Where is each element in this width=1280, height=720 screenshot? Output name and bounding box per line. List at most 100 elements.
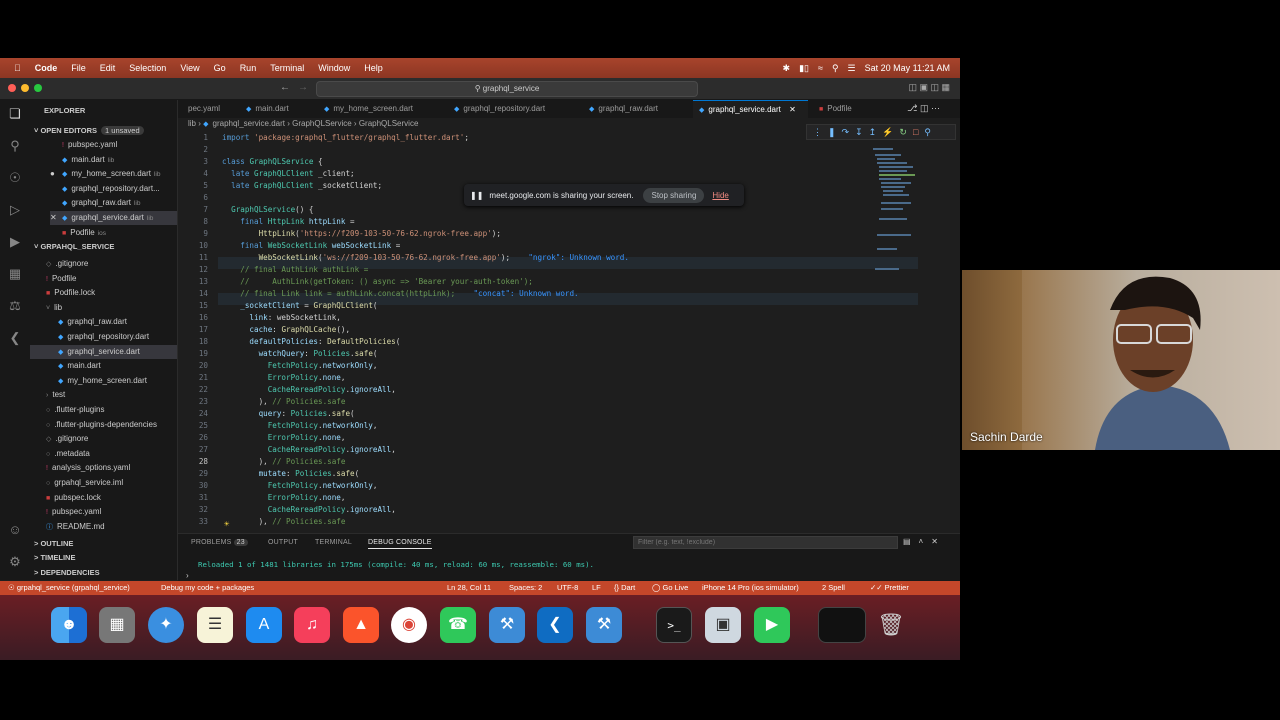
menu-code[interactable]: Code <box>35 63 58 73</box>
minimap[interactable] <box>873 148 943 298</box>
layout-icons[interactable]: ◫ ▣ ◫ ▦ <box>908 82 950 93</box>
code-line[interactable]: ), // Policies.safe <box>222 456 346 468</box>
code-line[interactable]: CacheRereadPolicy.ignoreAll, <box>222 444 396 456</box>
code-line[interactable]: GraphQLService() { <box>222 204 313 216</box>
code-line[interactable]: // final Link link = authLink.concat(htt… <box>222 288 578 300</box>
music-icon[interactable]: ♫ <box>294 607 330 643</box>
open-editors-header[interactable]: ˅ OPEN EDITORS 1 unsaved <box>34 124 177 138</box>
tree-file[interactable]: ◆ graphql_raw.dart <box>58 315 177 329</box>
apple-icon[interactable]:  <box>14 63 21 73</box>
status-debug[interactable]: Debug my code + packages <box>161 581 254 595</box>
code-line[interactable]: _socketClient = GraphQLClient( <box>222 300 377 312</box>
breadcrumb-item[interactable]: graphql_service.dart <box>213 119 285 128</box>
extensions-icon[interactable]: ▦ <box>7 266 23 282</box>
menu-help[interactable]: Help <box>364 63 383 73</box>
tree-file[interactable]: ○ grpahql_service.iml <box>46 476 177 490</box>
tree-file[interactable]: ◇ .gitignore <box>46 257 177 271</box>
tree-file[interactable]: ○ .metadata <box>46 447 177 461</box>
code-line[interactable]: ErrorPolicy.none, <box>222 372 346 384</box>
tree-file[interactable]: ◆ graphql_repository.dart <box>58 330 177 344</box>
back-arrow-icon[interactable]: ← <box>280 82 290 93</box>
tab-output[interactable]: OUTPUT <box>268 539 298 546</box>
finder-icon[interactable]: ☻ <box>51 607 87 643</box>
tab-graphql-service-dart[interactable]: ◆ graphql_service.dart ✕ <box>693 100 808 118</box>
open-editor-item[interactable]: ◆ graphql_raw.dart lib <box>50 196 177 210</box>
terminal-icon[interactable]: >_ <box>656 607 692 643</box>
tree-folder[interactable]: ˅ lib <box>46 301 177 315</box>
dependencies-header[interactable]: ˃ DEPENDENCIES <box>34 566 177 580</box>
code-line[interactable]: late GraphQLClient _socketClient; <box>222 180 382 192</box>
code-line[interactable]: ), // Policies.safe <box>222 516 346 528</box>
breadcrumb-item[interactable]: lib <box>188 119 196 128</box>
wifi-icon[interactable]: ≈ <box>818 63 823 73</box>
code-line[interactable]: HttpLink('https://f209-103-50-76-62.ngro… <box>222 228 501 240</box>
code-line[interactable]: // AuthLink(getToken: () async => 'Beare… <box>222 276 533 288</box>
tree-file[interactable]: ■ Podfile.lock <box>46 286 177 300</box>
close-tab-icon[interactable]: ✕ <box>787 105 796 114</box>
maximize-window-button[interactable] <box>34 84 42 92</box>
settings-gear-icon[interactable]: ⚙ <box>7 554 23 570</box>
preview-icon[interactable]: ▣ <box>705 607 741 643</box>
safari-icon[interactable]: ✦ <box>148 607 184 643</box>
vscode-icon[interactable]: ❮ <box>537 607 573 643</box>
run-icon[interactable]: ▶ <box>7 234 23 250</box>
code-line[interactable]: WebSocketLink('ws://f209-103-50-76-62.ng… <box>222 252 629 264</box>
tree-file[interactable]: ○ .flutter-plugins-dependencies <box>46 418 177 432</box>
search-icon[interactable]: ⚲ <box>7 138 23 154</box>
open-editor-item[interactable]: ■ Podfile ios <box>50 226 177 240</box>
unsaved-dot-icon[interactable]: ● <box>50 167 62 181</box>
code-line[interactable]: late GraphQLClient _client; <box>222 168 354 180</box>
tree-file[interactable]: ◇ .gitignore <box>46 432 177 446</box>
whatsapp-icon[interactable]: ☎ <box>440 607 476 643</box>
debug-icon[interactable]: ▷ <box>7 202 23 218</box>
status-prettier[interactable]: ✓✓ Prettier <box>870 581 909 595</box>
tab-graphql-repository-dart[interactable]: ◆ graphql_repository.dart <box>448 100 578 118</box>
tab-podfile[interactable]: ■ Podfile <box>813 100 868 118</box>
facetime-icon[interactable]: ▶ <box>754 607 790 643</box>
xcode-icon[interactable]: ⚒ <box>489 607 525 643</box>
tab-terminal[interactable]: TERMINAL <box>315 539 352 546</box>
status-branch[interactable]: ☉ grpahql_service (grpahql_service) <box>8 581 130 595</box>
explorer-icon[interactable]: ❏ <box>7 106 23 122</box>
menu-window[interactable]: Window <box>318 63 350 73</box>
minimized-window-icon[interactable] <box>818 607 866 643</box>
status-position[interactable]: Ln 28, Col 11 <box>447 581 491 595</box>
breadcrumb-item[interactable]: GraphQLService <box>292 119 352 128</box>
status-encoding[interactable]: UTF-8 <box>557 581 578 595</box>
tree-file[interactable]: ◆ graphql_service.dart <box>30 344 177 359</box>
code-line[interactable]: final HttpLink httpLink = <box>222 216 354 228</box>
code-line[interactable]: // final AuthLink authLink = <box>222 264 368 276</box>
menu-run[interactable]: Run <box>240 63 257 73</box>
tab-my-home-screen-dart[interactable]: ◆ my_home_screen.dart <box>318 100 443 118</box>
code-line[interactable]: ), // Policies.safe <box>222 396 346 408</box>
code-line[interactable]: CacheRereadPolicy.ignoreAll, <box>222 384 396 396</box>
stop-sharing-button[interactable]: Stop sharing <box>643 187 705 203</box>
project-header[interactable]: ˅ GRPAHQL_SERVICE <box>34 240 177 254</box>
tree-file[interactable]: ■ pubspec.lock <box>46 491 177 505</box>
code-line[interactable]: link: webSocketLink, <box>222 312 340 324</box>
trash-icon[interactable]: 🗑 <box>873 607 909 643</box>
open-editor-item[interactable]: ! pubspec.yaml <box>50 138 177 152</box>
tree-folder[interactable]: › test <box>46 388 177 402</box>
bluetooth-icon[interactable]: ✱ <box>783 63 791 74</box>
status-lang[interactable]: {} Dart <box>614 581 635 595</box>
code-line[interactable]: class GraphQLService { <box>222 156 323 168</box>
code-line[interactable]: FetchPolicy.networkOnly, <box>222 420 378 432</box>
forward-arrow-icon[interactable]: → <box>298 82 308 93</box>
code-line[interactable]: defaultPolicies: DefaultPolicies( <box>222 336 400 348</box>
tree-file[interactable]: ! analysis_options.yaml <box>46 461 177 475</box>
testing-icon[interactable]: ⚖ <box>7 298 23 314</box>
status-golive[interactable]: ◯ Go Live <box>652 581 688 595</box>
code-line[interactable]: query: Policies.safe( <box>222 408 355 420</box>
open-editor-item[interactable]: ◆ graphql_repository.dart... <box>50 182 177 196</box>
minimize-window-button[interactable] <box>21 84 29 92</box>
menu-file[interactable]: File <box>71 63 86 73</box>
flutter-icon[interactable]: ❮ <box>7 330 23 346</box>
account-icon[interactable]: ☺ <box>7 522 23 538</box>
control-center-icon[interactable]: ☰ <box>848 63 856 74</box>
battery-icon[interactable]: ▮▯ <box>799 63 809 74</box>
command-center-search[interactable]: ⚲ graphql_service <box>316 81 698 97</box>
menu-terminal[interactable]: Terminal <box>270 63 304 73</box>
menu-edit[interactable]: Edit <box>100 63 116 73</box>
lightbulb-icon[interactable]: ☀ <box>224 520 229 530</box>
